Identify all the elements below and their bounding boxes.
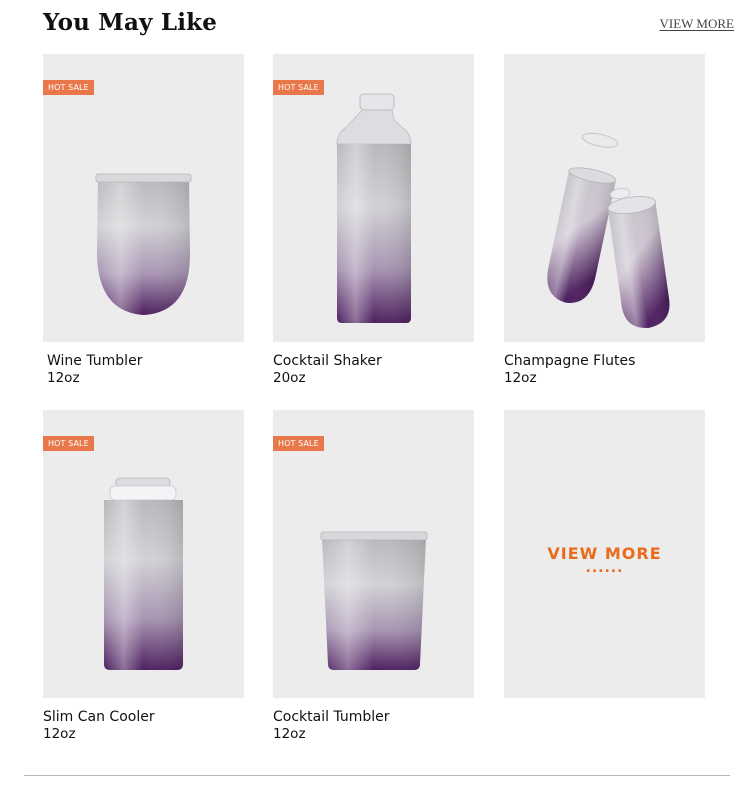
page-title: You May Like [43, 9, 218, 36]
product-card-cocktail-tumbler[interactable]: HOT SALE Cocktail Tumbler 12oz [273, 410, 474, 742]
hot-sale-badge: HOT SALE [43, 436, 94, 451]
slim-can-cooler-icon [104, 477, 183, 670]
product-card-cocktail-shaker[interactable]: HOT SALE Cocktail Shaker 20oz [273, 54, 474, 386]
product-size: 12oz [43, 726, 76, 742]
product-card-wine-tumbler[interactable]: HOT SALE Wine Tumbler 12oz [43, 54, 244, 386]
hot-sale-badge: HOT SALE [43, 80, 94, 95]
hot-sale-badge: HOT SALE [273, 80, 324, 95]
product-image[interactable]: HOT SALE [273, 54, 474, 342]
product-size: 12oz [47, 370, 80, 386]
product-name[interactable]: Wine Tumbler [43, 353, 244, 369]
product-name[interactable]: Champagne Flutes [504, 353, 705, 369]
product-card-champagne-flutes[interactable]: Champagne Flutes 12oz [504, 54, 705, 386]
product-name[interactable]: Cocktail Shaker [273, 353, 474, 369]
champagne-flutes-icon [547, 132, 670, 328]
view-more-dots: ...... [585, 560, 624, 576]
product-image[interactable]: HOT SALE [43, 410, 244, 698]
hot-sale-badge: HOT SALE [273, 436, 324, 451]
product-image[interactable]: HOT SALE [43, 54, 244, 342]
section-divider [24, 775, 730, 776]
view-more-tile[interactable]: VIEW MORE ...... [504, 410, 705, 698]
wine-tumbler-icon [95, 173, 192, 315]
product-card-slim-can-cooler[interactable]: HOT SALE Slim Can Cooler 12oz [43, 410, 244, 742]
cocktail-tumbler-icon [320, 531, 428, 670]
product-image[interactable]: HOT SALE [273, 410, 474, 698]
cocktail-shaker-icon [336, 93, 412, 323]
product-size: 20oz [273, 370, 306, 386]
product-name[interactable]: Cocktail Tumbler [273, 709, 474, 725]
product-size: 12oz [504, 370, 537, 386]
product-size: 12oz [273, 726, 306, 742]
product-name[interactable]: Slim Can Cooler [43, 709, 244, 725]
view-more-link[interactable]: VIEW MORE [659, 16, 734, 32]
view-more-tile-bg[interactable]: VIEW MORE ...... [504, 410, 705, 698]
product-image[interactable] [504, 54, 705, 342]
